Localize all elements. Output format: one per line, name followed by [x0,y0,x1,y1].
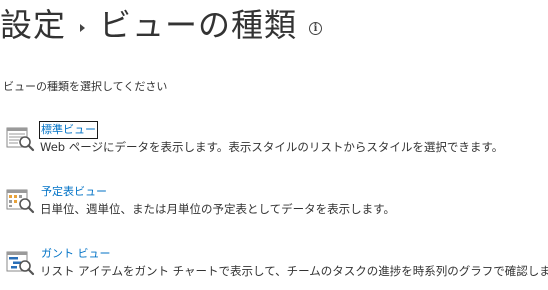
calendar-view-icon [6,189,35,214]
view-description-gantt: リスト アイテムをガント チャートで表示して、チームのタスクの進捗を時系列のグラ… [40,264,548,278]
view-description-standard: Web ページにデータを表示します。表示スタイルのリストからスタイルを選択できま… [40,140,504,154]
view-link-standard[interactable]: 標準ビュー [39,121,98,139]
view-link-gantt[interactable]: ガント ビュー [40,246,112,262]
breadcrumb-separator-icon [80,24,86,32]
view-description-calendar: 日単位、週単位、または月単位の予定表としてデータを表示します。 [40,202,396,216]
view-option-calendar[interactable]: 予定表ビュー 日単位、週単位、または月単位の予定表としてデータを表示します。 [6,180,546,218]
gantt-view-icon [6,251,35,276]
breadcrumb-root[interactable]: 設定 [0,5,66,45]
info-icon[interactable]: i [309,21,323,35]
view-link-calendar[interactable]: 予定表ビュー [40,184,108,200]
page-title: ビューの種類 [99,6,298,44]
standard-view-icon [6,127,35,152]
page-header: 設定 ビューの種類 i [0,0,323,50]
view-option-gantt[interactable]: ガント ビュー リスト アイテムをガント チャートで表示して、チームのタスクの進… [6,242,548,280]
view-option-standard[interactable]: 標準ビュー Web ページにデータを表示します。表示スタイルのリストからスタイル… [6,118,546,156]
instruction-text: ビューの種類を選択してください [3,80,168,93]
